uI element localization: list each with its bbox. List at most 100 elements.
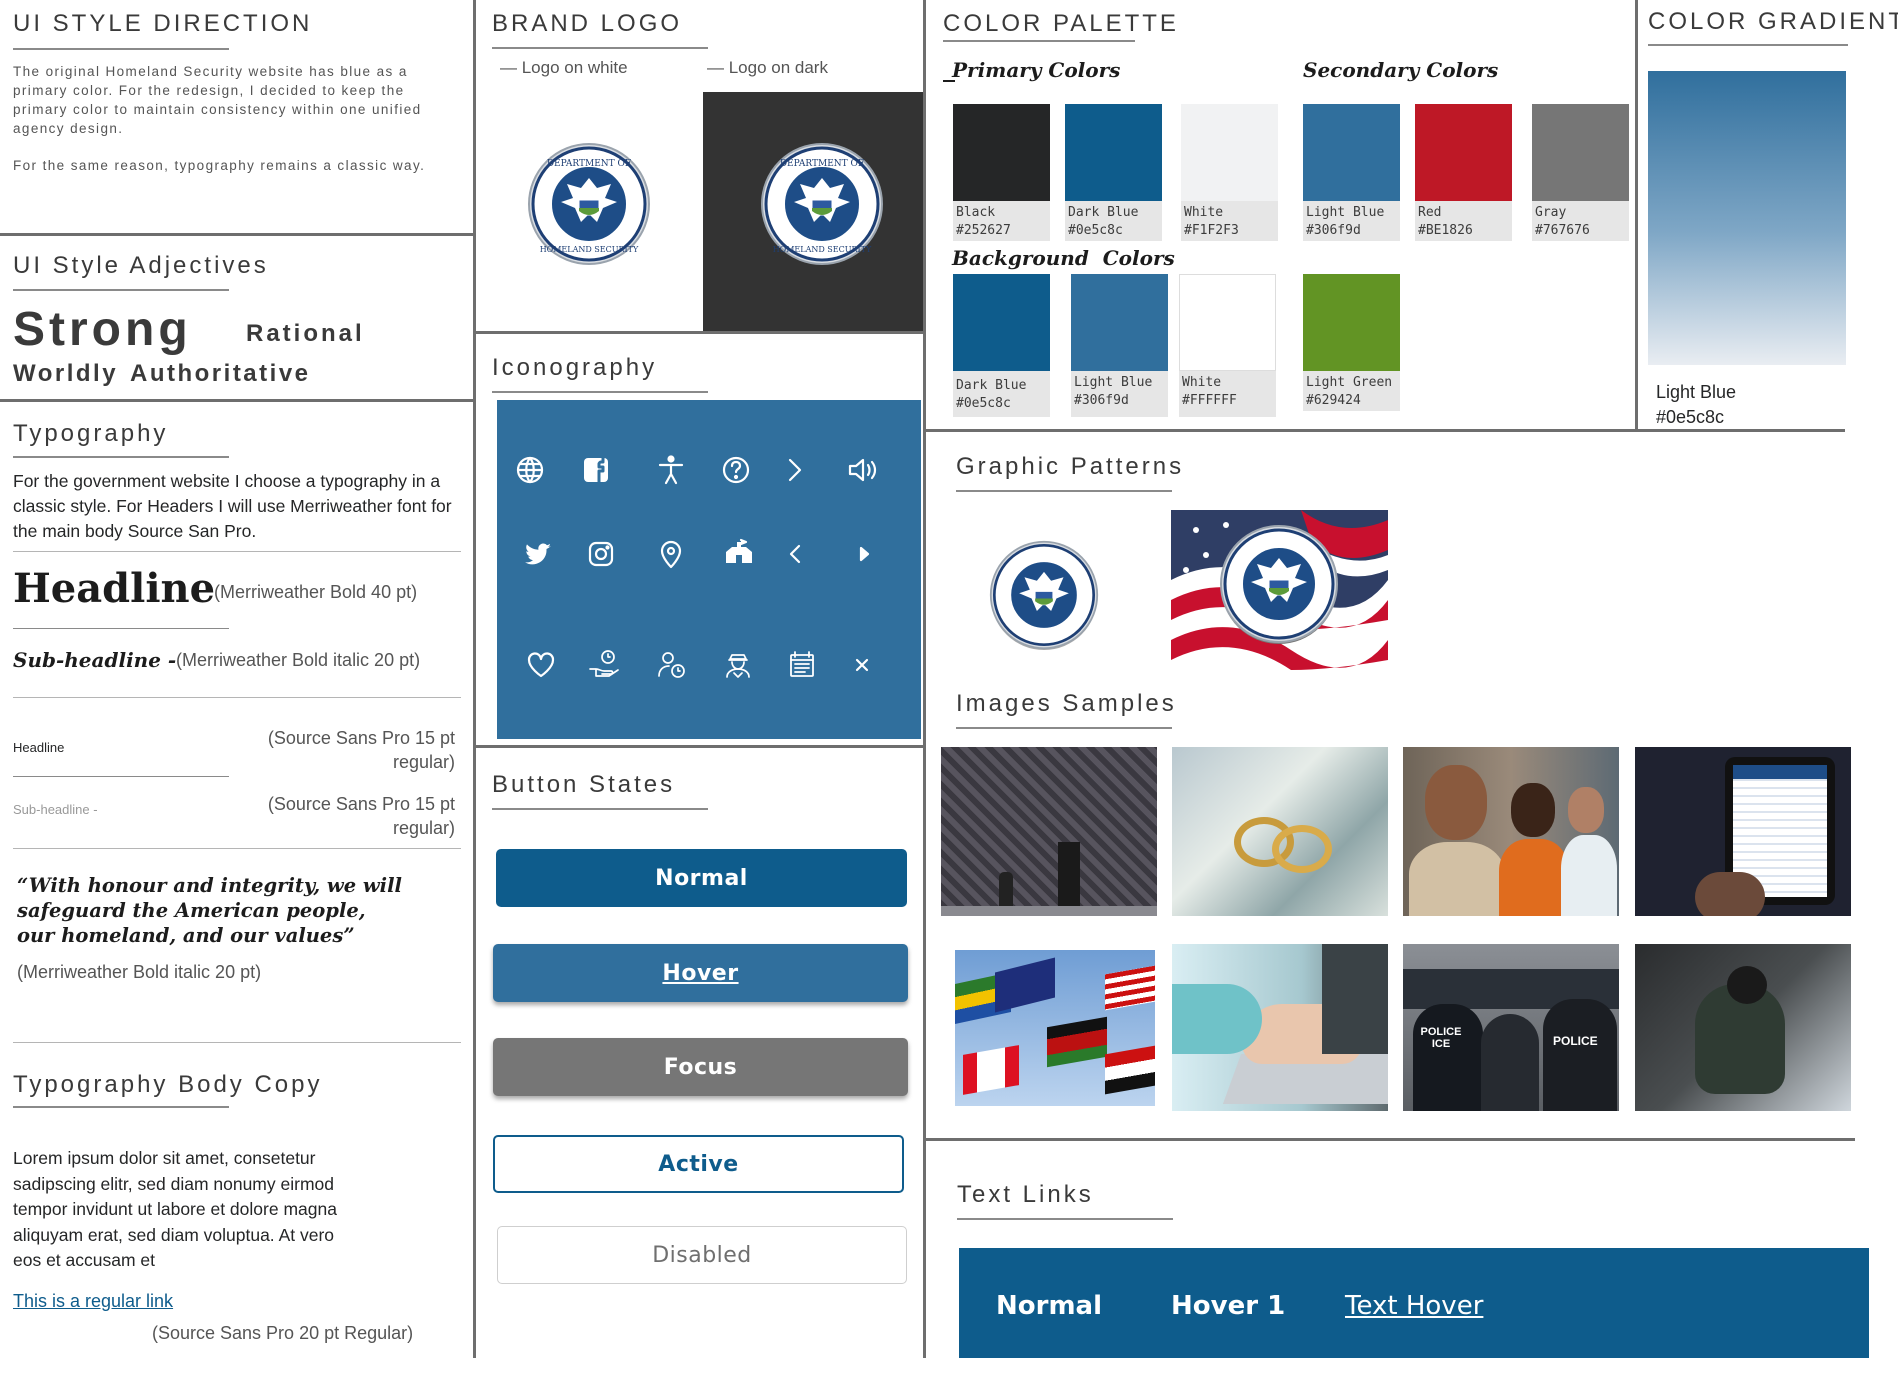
- images-samples-underline: [956, 727, 1172, 729]
- twitter-icon[interactable]: [514, 530, 562, 578]
- seal-logo-white: DEPARTMENT OF HOMELAND SECURITY: [528, 143, 650, 265]
- button-disabled[interactable]: Disabled: [497, 1226, 907, 1284]
- swatch-hex: #0e5c8c: [956, 396, 1011, 411]
- iconography-underline: [492, 391, 708, 393]
- swatch-bg-white: White #FFFFFF: [1179, 274, 1276, 417]
- facebook-icon[interactable]: [572, 446, 620, 494]
- swatch-dark-blue: Dark Blue #0e5c8c: [1065, 104, 1162, 241]
- user-clock-icon[interactable]: [648, 641, 696, 689]
- swatch-black-chip: [953, 104, 1050, 201]
- link-hover-1[interactable]: Hover 1: [1171, 1291, 1285, 1321]
- photo-typing: [1172, 944, 1388, 1111]
- swatch-hex: #629424: [1306, 393, 1361, 408]
- swatch-light-blue-chip: [1303, 104, 1400, 201]
- help-icon[interactable]: [712, 446, 760, 494]
- swatch-gray-label: Gray #767676: [1532, 201, 1629, 241]
- typography-divider-1: [13, 551, 461, 552]
- brand-logo-title: BRAND LOGO: [492, 10, 683, 37]
- small-headline-sample: Headline: [13, 740, 65, 755]
- caret-right-icon[interactable]: [840, 530, 888, 578]
- swatch-name: Light Blue: [1074, 375, 1153, 390]
- photo-flags: [955, 950, 1155, 1106]
- swatch-name: Gray: [1535, 205, 1567, 220]
- photo-building-ground: [941, 906, 1157, 916]
- divider-images: [925, 1138, 1855, 1141]
- swatch-red: Red #BE1826: [1415, 104, 1512, 241]
- swatch-name: White: [1182, 375, 1222, 390]
- button-hover[interactable]: Hover: [493, 944, 908, 1002]
- divider-logo: [475, 331, 925, 334]
- typography-divider-4: [13, 776, 229, 777]
- button-normal[interactable]: Normal: [496, 849, 907, 907]
- heart-icon[interactable]: [517, 641, 565, 689]
- seal-dark-text-top: DEPARTMENT OF: [780, 159, 864, 169]
- globe-icon[interactable]: [506, 446, 554, 494]
- color-palette-underline: [943, 40, 1135, 42]
- typography-title: Typography: [13, 420, 169, 447]
- swatch-bg-light-green-label: Light Green #629424: [1303, 371, 1400, 411]
- color-gradient-title: COLOR GRADIENT: [1648, 8, 1898, 35]
- adjective-worldly: Worldly: [13, 360, 119, 387]
- swatch-bg-dark-blue: Dark Blue #0e5c8c: [953, 274, 1050, 417]
- chevron-right-icon[interactable]: [770, 446, 818, 494]
- agent-icon[interactable]: [714, 641, 762, 689]
- divider-col2: [923, 0, 926, 1358]
- quote-sample: “With honour and integrity, we will safe…: [17, 874, 402, 947]
- photo-person-1-body: [1409, 842, 1505, 916]
- style-direction-para1: The original Homeland Security website h…: [13, 64, 422, 136]
- small-sub-sample: Sub-headline -: [13, 802, 98, 817]
- photo-tablet-hand: [1695, 872, 1765, 916]
- photo-badge-2: POLICE: [1553, 1034, 1598, 1048]
- instagram-icon[interactable]: [577, 530, 625, 578]
- photo-officer-2: [1481, 1014, 1539, 1111]
- logo-on-dark-label: — Logo on dark: [707, 58, 828, 77]
- photo-tablet: [1635, 747, 1851, 916]
- seal-pattern-flag: [1171, 510, 1388, 679]
- regular-link[interactable]: This is a regular link: [13, 1291, 173, 1312]
- quote-note: (Merriweather Bold italic 20 pt): [17, 962, 262, 982]
- typography-divider-6: [13, 1042, 461, 1043]
- calendar-icon[interactable]: [778, 641, 826, 689]
- link-text-hover[interactable]: Text Hover: [1345, 1291, 1483, 1321]
- typography-underline: [13, 456, 229, 458]
- swatch-bg-light-green: Light Green #629424: [1303, 274, 1400, 411]
- photo-flag-6: [995, 957, 1055, 1013]
- images-samples-title: Images Samples: [956, 690, 1177, 717]
- button-focus[interactable]: Focus: [493, 1038, 908, 1096]
- primary-colors-title: Primary Colors: [952, 58, 1121, 82]
- button-states-underline: [492, 808, 708, 810]
- building-icon[interactable]: [715, 528, 763, 576]
- adjective-authoritative: Authoritative: [130, 360, 311, 387]
- photo-building-figures: [999, 872, 1013, 908]
- subheadline-sample: Sub-headline -: [13, 648, 177, 672]
- chevron-left-icon[interactable]: [772, 530, 820, 578]
- swatch-bg-light-blue: Light Blue #306f9d: [1071, 274, 1168, 417]
- photo-person-3-body: [1561, 835, 1617, 916]
- hand-clock-icon[interactable]: [580, 641, 628, 689]
- button-active[interactable]: Active: [493, 1135, 904, 1193]
- photo-rescue: [1635, 944, 1851, 1111]
- swatch-black: Black #252627: [953, 104, 1050, 241]
- text-links-title: Text Links: [957, 1181, 1094, 1208]
- style-direction-title: UI STYLE DIRECTION: [13, 10, 313, 37]
- volume-icon[interactable]: [838, 446, 886, 494]
- accessibility-icon[interactable]: [647, 446, 695, 494]
- swatch-white: White #F1F2F3: [1181, 104, 1278, 241]
- headline-sample: Headline: [13, 565, 216, 612]
- photo-diverse-people: [1403, 747, 1619, 916]
- swatch-name: Black: [956, 205, 996, 220]
- photo-sleeve: [1172, 984, 1262, 1054]
- swatch-bg-light-blue-label: Light Blue #306f9d: [1071, 371, 1168, 417]
- location-pin-icon[interactable]: [647, 530, 695, 578]
- divider-palette: [925, 429, 1845, 432]
- swatch-light-blue-label: Light Blue #306f9d: [1303, 201, 1400, 241]
- link-normal[interactable]: Normal: [996, 1291, 1102, 1321]
- divider-icons: [475, 745, 925, 748]
- button-states-title: Button States: [492, 771, 676, 798]
- logo-on-white-label: — Logo on white: [500, 58, 628, 77]
- swatch-hex: #306f9d: [1074, 393, 1129, 408]
- subheadline-note: (Merriweather Bold italic 20 pt): [176, 650, 421, 670]
- photo-flag-4: [1105, 965, 1155, 1011]
- swatch-light-blue: Light Blue #306f9d: [1303, 104, 1400, 241]
- close-icon[interactable]: [838, 641, 886, 689]
